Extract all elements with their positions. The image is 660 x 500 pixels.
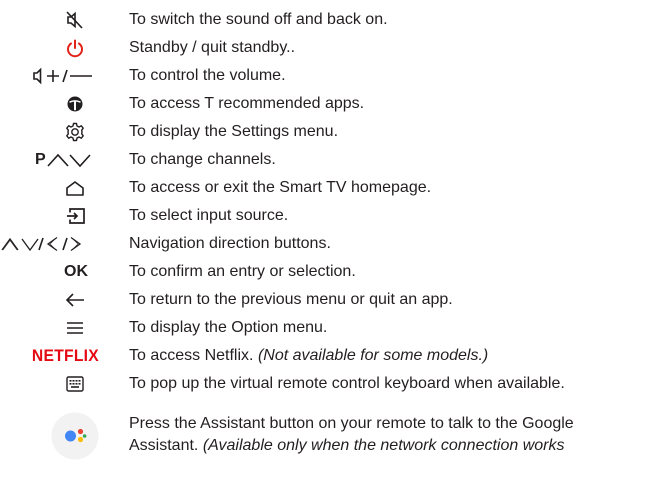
row-channel: P To change channels. bbox=[0, 148, 660, 174]
assistant-text: Assistant. bbox=[129, 437, 199, 454]
settings-gear-icon bbox=[64, 121, 86, 143]
row-text: To return to the previous menu or quit a… bbox=[129, 291, 453, 308]
assistant-line-2: Assistant. (Available only when the netw… bbox=[129, 436, 565, 456]
row-settings: To display the Settings menu. bbox=[0, 120, 660, 146]
row-assistant: Press the Assistant button on your remot… bbox=[0, 404, 660, 474]
netflix-logo: NETFLIX bbox=[30, 346, 100, 366]
row-t-apps: To access T recommended apps. bbox=[0, 92, 660, 118]
row-option: To display the Option menu. bbox=[0, 316, 660, 342]
assistant-note: (Available only when the network connect… bbox=[202, 437, 565, 454]
row-ok: OK To confirm an entry or selection. bbox=[0, 260, 660, 286]
netflix-note: (Not available for some models.) bbox=[257, 347, 489, 364]
t-logo-icon bbox=[65, 94, 85, 114]
row-input: To select input source. bbox=[0, 204, 660, 230]
google-assistant-icon bbox=[51, 412, 99, 460]
row-text: To pop up the virtual remote control key… bbox=[129, 375, 565, 392]
volume-icon bbox=[33, 66, 93, 86]
channel-icon: P bbox=[35, 150, 97, 170]
row-netflix: NETFLIX To access Netflix. (Not availabl… bbox=[0, 344, 660, 370]
row-text: To access or exit the Smart TV homepage. bbox=[129, 179, 432, 196]
back-arrow-icon bbox=[64, 290, 86, 310]
input-source-icon bbox=[64, 206, 86, 226]
row-text: To switch the sound off and back on. bbox=[129, 11, 388, 28]
home-icon bbox=[64, 178, 86, 198]
mute-icon bbox=[64, 9, 86, 31]
netflix-wordmark: NETFLIX bbox=[31, 346, 99, 365]
row-keyboard: To pop up the virtual remote control key… bbox=[0, 372, 660, 398]
ok-label: OK bbox=[58, 262, 94, 282]
row-text: Standby / quit standby.. bbox=[129, 39, 296, 56]
row-back: To return to the previous menu or quit a… bbox=[0, 288, 660, 314]
navigation-arrows-icon bbox=[0, 235, 96, 253]
row-text: To select input source. bbox=[129, 207, 289, 224]
netflix-text: To access Netflix. bbox=[129, 347, 254, 364]
row-text: Navigation direction buttons. bbox=[129, 235, 331, 252]
row-text: To display the Settings menu. bbox=[129, 123, 339, 140]
power-icon bbox=[64, 37, 86, 59]
row-text: To display the Option menu. bbox=[129, 319, 328, 336]
ok-text: OK bbox=[64, 263, 88, 280]
row-volume: To control the volume. bbox=[0, 64, 660, 90]
row-text: To confirm an entry or selection. bbox=[129, 263, 356, 280]
row-text: To access Netflix. (Not available for so… bbox=[129, 346, 488, 366]
row-text: To change channels. bbox=[129, 151, 276, 168]
keyboard-icon bbox=[64, 374, 86, 394]
row-power: Standby / quit standby.. bbox=[0, 36, 660, 62]
channel-p-label: P bbox=[35, 151, 46, 168]
option-menu-icon bbox=[64, 318, 86, 338]
row-text: To control the volume. bbox=[129, 67, 286, 84]
row-home: To access or exit the Smart TV homepage. bbox=[0, 176, 660, 202]
row-text: To access T recommended apps. bbox=[129, 95, 365, 112]
assistant-line-1: Press the Assistant button on your remot… bbox=[129, 415, 574, 432]
row-navigation: Navigation direction buttons. bbox=[0, 232, 660, 258]
row-mute: To switch the sound off and back on. bbox=[0, 8, 660, 34]
